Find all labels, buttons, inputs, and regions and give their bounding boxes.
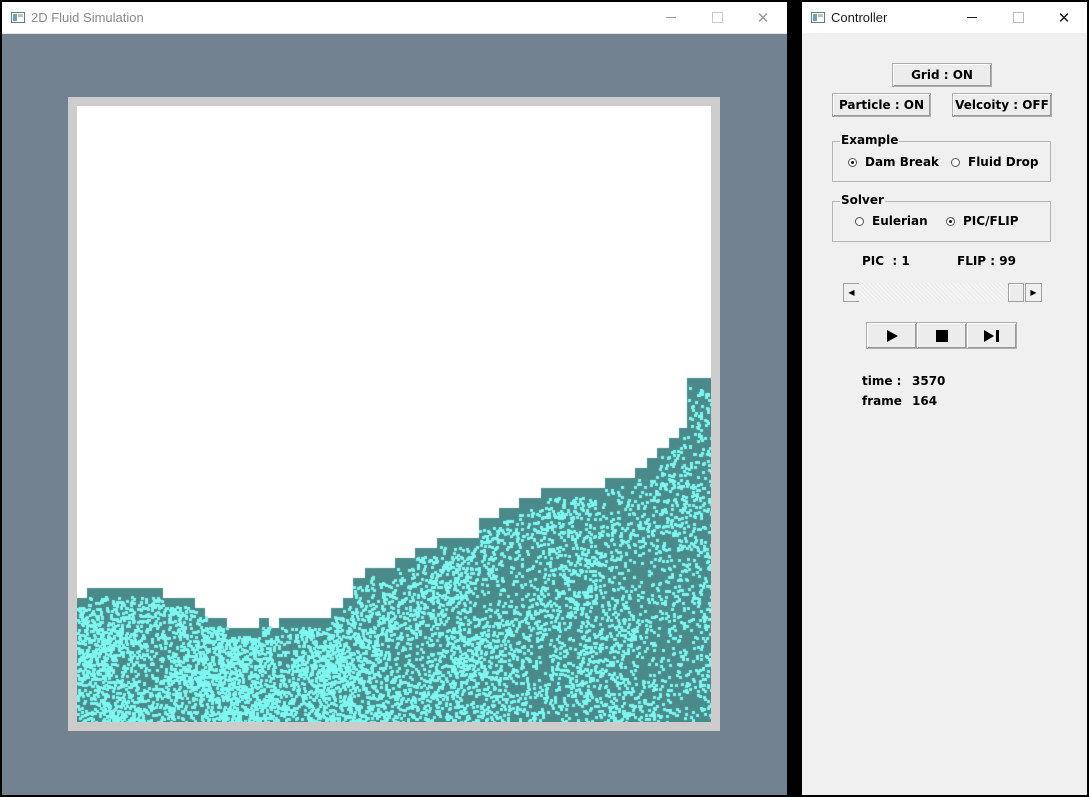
stop-button[interactable] bbox=[916, 322, 967, 349]
close-button[interactable]: ✕ bbox=[740, 2, 786, 33]
solver-group: Solver Eulerian PIC/FLIP bbox=[832, 193, 1051, 242]
radio-pic-flip[interactable]: PIC/FLIP bbox=[946, 214, 1019, 228]
example-group: Example Dam Break Fluid Drop bbox=[832, 133, 1051, 182]
pic-ratio-label: PIC : 1 bbox=[862, 254, 910, 268]
frame-value: 164 bbox=[912, 394, 938, 408]
time-value: 3570 bbox=[912, 374, 946, 388]
velocity-toggle-button[interactable]: Velcoity : OFF bbox=[952, 93, 1052, 117]
stop-icon bbox=[935, 329, 948, 342]
radio-dam-break[interactable]: Dam Break bbox=[848, 155, 939, 169]
pic-flip-slider[interactable]: ◀ ▶ bbox=[843, 283, 1042, 302]
radio-eulerian[interactable]: Eulerian bbox=[855, 214, 928, 228]
maximize-button[interactable] bbox=[995, 2, 1041, 33]
slider-track[interactable] bbox=[859, 283, 1026, 302]
step-forward-icon bbox=[983, 329, 999, 342]
play-icon bbox=[886, 329, 898, 342]
maximize-icon bbox=[711, 12, 723, 23]
time-label: time : bbox=[862, 374, 902, 388]
fluid-canvas bbox=[77, 106, 711, 722]
flip-ratio-label: FLIP : 99 bbox=[957, 254, 1016, 268]
step-forward-button[interactable] bbox=[966, 322, 1017, 349]
minimize-icon bbox=[666, 17, 676, 18]
simulation-viewport bbox=[68, 97, 720, 731]
particle-toggle-button[interactable]: Particle : ON bbox=[832, 93, 931, 117]
play-button[interactable] bbox=[866, 322, 917, 349]
ctrl-window-title: Controller bbox=[831, 10, 888, 25]
radio-fluid-drop[interactable]: Fluid Drop bbox=[951, 155, 1038, 169]
close-button[interactable]: ✕ bbox=[1041, 2, 1087, 33]
arrow-right-icon: ▶ bbox=[1030, 288, 1037, 297]
close-icon: ✕ bbox=[756, 8, 770, 27]
controller-window: Controller ✕ Grid : ON Particle : ON Vel… bbox=[802, 2, 1087, 795]
example-group-label: Example bbox=[840, 133, 900, 148]
radio-label: Fluid Drop bbox=[968, 155, 1039, 169]
radio-label: Dam Break bbox=[865, 155, 940, 169]
ctrl-title-bar[interactable]: Controller ✕ bbox=[802, 2, 1087, 33]
scroll-right-button[interactable]: ▶ bbox=[1025, 283, 1042, 302]
minimize-icon bbox=[967, 17, 977, 18]
app-icon bbox=[811, 12, 825, 23]
sim-title-bar[interactable]: 2D Fluid Simulation ✕ bbox=[2, 2, 787, 34]
radio-dot bbox=[855, 216, 864, 226]
arrow-left-icon: ◀ bbox=[848, 288, 855, 297]
close-icon: ✕ bbox=[1057, 8, 1071, 27]
slider-thumb[interactable] bbox=[1008, 283, 1025, 302]
maximize-icon bbox=[1012, 12, 1024, 23]
frame-label: frame bbox=[862, 394, 902, 408]
grid-toggle-button[interactable]: Grid : ON bbox=[892, 63, 992, 87]
sim-window-title: 2D Fluid Simulation bbox=[31, 10, 144, 25]
radio-label: Eulerian bbox=[872, 214, 928, 228]
radio-dot bbox=[951, 157, 960, 167]
radio-dot-selected bbox=[848, 157, 857, 167]
fluid-simulation-window: 2D Fluid Simulation ✕ bbox=[2, 2, 787, 795]
radio-label: PIC/FLIP bbox=[963, 214, 1019, 228]
maximize-button[interactable] bbox=[694, 2, 740, 33]
minimize-button[interactable] bbox=[648, 2, 694, 33]
app-icon bbox=[11, 12, 25, 23]
scroll-left-button[interactable]: ◀ bbox=[843, 283, 860, 302]
solver-group-label: Solver bbox=[840, 193, 885, 208]
minimize-button[interactable] bbox=[949, 2, 995, 33]
radio-dot-selected bbox=[946, 216, 955, 226]
